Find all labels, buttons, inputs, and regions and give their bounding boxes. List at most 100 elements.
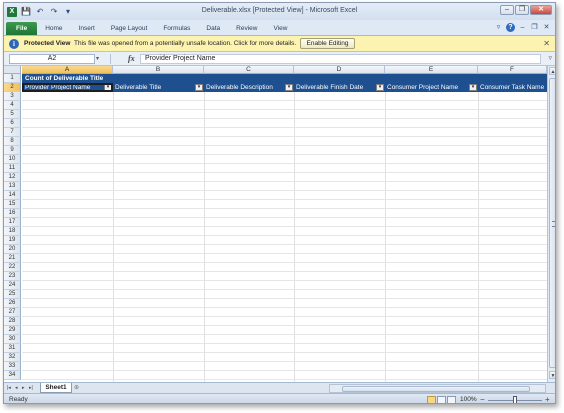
close-message-bar-icon[interactable]: ✕	[543, 39, 550, 48]
row-header[interactable]: 32	[4, 353, 21, 362]
row-header[interactable]: 1	[4, 74, 21, 83]
column-header-b[interactable]: B	[113, 66, 204, 74]
tab-view[interactable]: View	[265, 22, 295, 35]
next-sheet-icon[interactable]: ▸	[22, 385, 25, 391]
worksheet-grid[interactable]: A B C D E F 1 2 3 4 5 6 7 8 9 10 11 12 13 14 15 16 17 18 1…	[4, 66, 547, 382]
row-header[interactable]: 17	[4, 218, 21, 227]
close-button[interactable]: ✕	[530, 5, 552, 15]
row-header[interactable]: 15	[4, 200, 21, 209]
header-cell-consumer-task[interactable]: Consumer Task Name	[480, 83, 547, 92]
row-header[interactable]: 12	[4, 173, 21, 182]
doc-restore-icon[interactable]: ❐	[530, 23, 539, 32]
row-header[interactable]: 27	[4, 308, 21, 317]
horizontal-scrollbar[interactable]	[329, 384, 546, 393]
tab-insert[interactable]: Insert	[71, 22, 103, 35]
filter-dropdown-icon[interactable]: ▾	[376, 84, 384, 91]
enable-editing-button[interactable]: Enable Editing	[300, 38, 355, 49]
row-header[interactable]: 6	[4, 119, 21, 128]
row-header[interactable]: 33	[4, 362, 21, 371]
row-header[interactable]: 23	[4, 272, 21, 281]
zoom-slider-knob[interactable]	[513, 396, 517, 403]
row-header[interactable]: 26	[4, 299, 21, 308]
row-header[interactable]: 7	[4, 128, 21, 137]
normal-view-icon[interactable]	[427, 396, 436, 403]
help-icon[interactable]: ?	[506, 23, 515, 32]
row-header[interactable]: 24	[4, 281, 21, 290]
minimize-button[interactable]: –	[500, 5, 514, 15]
filter-dropdown-icon[interactable]: ▾	[195, 84, 203, 91]
row-header[interactable]: 13	[4, 182, 21, 191]
row-header[interactable]: 21	[4, 254, 21, 263]
horizontal-scroll-thumb[interactable]	[342, 386, 530, 392]
vertical-scrollbar[interactable]: ▲ ▼	[547, 66, 555, 382]
row-header[interactable]: 34	[4, 371, 21, 380]
tab-review[interactable]: Review	[228, 22, 265, 35]
name-box[interactable]: A2	[9, 54, 95, 64]
row-header[interactable]: 29	[4, 326, 21, 335]
header-cell-deliverable-description[interactable]: Deliverable Description	[206, 83, 292, 92]
last-sheet-icon[interactable]: ▸|	[29, 385, 33, 391]
scroll-up-icon[interactable]: ▲	[549, 67, 555, 75]
page-break-view-icon[interactable]	[447, 396, 456, 403]
minimize-ribbon-icon[interactable]: ▿	[494, 23, 503, 32]
grid-line	[22, 352, 547, 353]
filter-dropdown-icon[interactable]: ▾	[469, 84, 477, 91]
row-header[interactable]: 19	[4, 236, 21, 245]
row-header[interactable]: 20	[4, 245, 21, 254]
first-sheet-icon[interactable]: |◂	[7, 385, 11, 391]
header-cell-consumer-project[interactable]: Consumer Project Name	[387, 83, 475, 92]
row-header[interactable]: 28	[4, 317, 21, 326]
row-header[interactable]: 14	[4, 191, 21, 200]
row-header[interactable]: 5	[4, 110, 21, 119]
protected-view-message[interactable]: This file was opened from a potentially …	[74, 40, 296, 47]
tab-page-layout[interactable]: Page Layout	[103, 22, 156, 35]
select-all-corner[interactable]	[4, 66, 21, 74]
row-header[interactable]: 9	[4, 146, 21, 155]
restore-button[interactable]: ❐	[515, 5, 529, 15]
zoom-level[interactable]: 100%	[460, 396, 477, 403]
row-header[interactable]: 16	[4, 209, 21, 218]
tab-file[interactable]: File	[6, 22, 38, 35]
vertical-scroll-thumb[interactable]	[549, 78, 555, 368]
insert-sheet-icon[interactable]: ⊕	[74, 384, 84, 392]
formula-input[interactable]: Provider Project Name	[140, 54, 541, 64]
zoom-in-icon[interactable]: +	[545, 395, 550, 403]
tab-home[interactable]: Home	[37, 22, 70, 35]
scroll-down-icon[interactable]: ▼	[549, 371, 555, 379]
column-header-c[interactable]: C	[204, 66, 294, 74]
row-header[interactable]: 30	[4, 335, 21, 344]
row-header[interactable]: 31	[4, 344, 21, 353]
pivot-title-row[interactable]: Count of Deliverable Title	[22, 74, 547, 83]
sheet-tab-sheet1[interactable]: Sheet1	[40, 383, 72, 393]
row-header[interactable]: 22	[4, 263, 21, 272]
active-cell-a2[interactable]	[22, 83, 113, 92]
doc-close-icon[interactable]: ✕	[542, 23, 551, 32]
protected-view-bar[interactable]: i Protected View This file was opened fr…	[4, 36, 555, 52]
header-cell-deliverable-finish-date[interactable]: Deliverable Finish Date	[296, 83, 382, 92]
row-header[interactable]: 2	[4, 83, 21, 92]
row-header[interactable]: 11	[4, 164, 21, 173]
doc-minimize-icon[interactable]: –	[518, 23, 527, 32]
filter-dropdown-icon[interactable]: ▾	[285, 84, 293, 91]
grid-line	[478, 74, 479, 382]
header-cell-deliverable-title[interactable]: Deliverable Title	[115, 83, 203, 92]
column-header-a[interactable]: A	[22, 66, 113, 74]
name-box-dropdown-icon[interactable]: ▾	[96, 55, 99, 62]
row-header[interactable]: 18	[4, 227, 21, 236]
prev-sheet-icon[interactable]: ◂	[15, 385, 18, 391]
row-header[interactable]: 25	[4, 290, 21, 299]
row-header[interactable]: 3	[4, 92, 21, 101]
expand-formula-bar-icon[interactable]: ▿	[548, 54, 552, 62]
insert-function-icon[interactable]: fx	[128, 54, 135, 63]
column-header-e[interactable]: E	[385, 66, 478, 74]
tab-data[interactable]: Data	[198, 22, 228, 35]
row-header[interactable]: 10	[4, 155, 21, 164]
tab-formulas[interactable]: Formulas	[155, 22, 198, 35]
pivot-title-cell[interactable]: Count of Deliverable Title	[25, 74, 103, 83]
column-header-f[interactable]: F	[478, 66, 547, 74]
row-header[interactable]: 8	[4, 137, 21, 146]
row-header[interactable]: 4	[4, 101, 21, 110]
page-layout-view-icon[interactable]	[437, 396, 446, 403]
zoom-out-icon[interactable]: −	[480, 395, 485, 403]
column-header-d[interactable]: D	[294, 66, 385, 74]
